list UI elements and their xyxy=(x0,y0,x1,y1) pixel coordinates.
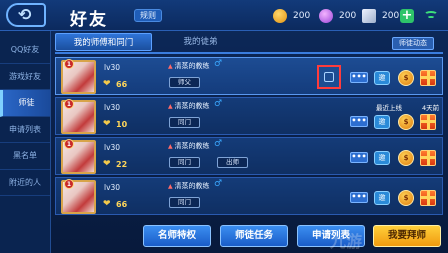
sidebar-item-nearby[interactable]: 附近的人 xyxy=(0,170,50,196)
level-label: lv30 xyxy=(104,183,121,192)
send-coin-button[interactable]: $ xyxy=(398,150,414,166)
level-label: lv30 xyxy=(104,143,121,152)
invite-button[interactable]: 邀 xyxy=(374,151,390,165)
level-label: lv30 xyxy=(104,63,121,72)
heart-icon: ❤ xyxy=(103,79,111,89)
avatar[interactable]: 1 xyxy=(61,59,96,94)
graduated-tag: 出师 xyxy=(217,157,248,168)
voucher-icon xyxy=(362,9,376,23)
male-icon: ♂ xyxy=(214,99,223,109)
invite-button[interactable]: 邀 xyxy=(374,115,390,129)
heart-icon: ❤ xyxy=(103,159,111,169)
voucher-value: 200 xyxy=(382,11,400,21)
male-icon: ♂ xyxy=(214,59,223,69)
gold-coin-value: 200 xyxy=(293,11,311,21)
intimacy-value: 66 xyxy=(116,80,128,89)
tab-bar: 我的师傅和同门 我的徒弟 xyxy=(55,33,249,51)
message-icon xyxy=(324,72,334,82)
send-coin-button[interactable]: $ xyxy=(398,114,414,130)
sidebar-item-qq-friends[interactable]: QQ好友 xyxy=(0,37,50,64)
master-privilege-button[interactable]: 名师特权 xyxy=(143,225,211,247)
player-name: ▲ 清蒸的教练 xyxy=(168,182,210,190)
sidebar-item-apply-list[interactable]: 申请列表 xyxy=(0,117,50,143)
intimacy-value: 10 xyxy=(116,120,128,129)
master-tasks-button[interactable]: 师徒任务 xyxy=(220,225,288,247)
gift-button[interactable] xyxy=(420,114,436,130)
sidebar: QQ好友 游戏好友 师徒 申请列表 黑名单 附近的人 xyxy=(0,31,51,253)
intimacy-value: 22 xyxy=(116,160,128,169)
rules-button[interactable]: 规则 xyxy=(134,9,162,22)
player-name: ▲ 清蒸的教练 xyxy=(168,62,210,70)
heart-icon: ❤ xyxy=(103,119,111,129)
sidebar-item-game-friends[interactable]: 游戏好友 xyxy=(0,64,50,90)
diamond-value: 200 xyxy=(339,11,357,21)
friend-row[interactable]: 1 lv30 ❤ 66 ▲ 清蒸的教练 ♂ 同门 ••• 邀 $ xyxy=(55,177,443,215)
invite-button[interactable]: 邀 xyxy=(374,71,390,85)
player-name: ▲ 清蒸的教练 xyxy=(168,102,210,110)
tab-master-and-peers[interactable]: 我的师傅和同门 xyxy=(55,33,152,51)
male-icon: ♂ xyxy=(214,139,223,149)
more-button[interactable]: ••• xyxy=(350,72,368,83)
diamond-balance: 200 xyxy=(319,8,356,24)
message-button[interactable] xyxy=(317,65,341,89)
gold-coin-balance: 200 xyxy=(273,8,310,24)
voucher-balance: 200 xyxy=(362,8,399,24)
relation-tag: 同门 xyxy=(169,157,200,168)
relation-tag: 同门 xyxy=(169,117,200,128)
gift-button[interactable] xyxy=(420,70,436,86)
last-online-label: 最近上线 xyxy=(376,104,402,112)
more-button[interactable]: ••• xyxy=(350,116,368,127)
heart-icon: ❤ xyxy=(103,199,111,209)
male-icon: ♂ xyxy=(214,179,223,189)
master-feed-button[interactable]: 师徒动态 xyxy=(392,37,434,50)
friend-row[interactable]: 1 lv30 ❤ 66 ▲ 清蒸的教练 ♂ 师父 ••• 邀 $ xyxy=(55,57,443,95)
send-coin-button[interactable]: $ xyxy=(398,70,414,86)
diamond-icon xyxy=(319,9,333,23)
avatar[interactable]: 1 xyxy=(61,139,96,174)
back-arrow-icon: ⟲ xyxy=(18,5,32,24)
sidebar-item-blacklist[interactable]: 黑名单 xyxy=(0,143,50,170)
intimacy-value: 66 xyxy=(116,200,128,209)
wifi-icon xyxy=(424,9,438,21)
relation-tag: 同门 xyxy=(169,197,200,208)
more-button[interactable]: ••• xyxy=(350,192,368,203)
rank-badge: 1 xyxy=(64,59,74,69)
page-title: 好友 xyxy=(70,10,108,30)
avatar[interactable]: 1 xyxy=(61,99,96,134)
friends-screen: ⟲ 好友 规则 200 200 200 + QQ好友 游戏好友 师徒 申请列表 … xyxy=(0,0,448,253)
friend-row[interactable]: 1 lv30 ❤ 10 ▲ 清蒸的教练 ♂ 同门 最近上线 4天前 ••• 邀 … xyxy=(55,97,443,135)
tab-apprentices[interactable]: 我的徒弟 xyxy=(152,33,249,51)
more-button[interactable]: ••• xyxy=(350,152,368,163)
watermark-logo: 九游 xyxy=(330,232,363,251)
avatar[interactable]: 1 xyxy=(61,179,96,214)
back-button[interactable]: ⟲ xyxy=(6,3,46,27)
rank-badge: 1 xyxy=(64,99,74,109)
last-online-value: 4天前 xyxy=(422,104,440,112)
top-bar: ⟲ 好友 规则 200 200 200 + xyxy=(0,0,448,31)
level-label: lv30 xyxy=(104,103,121,112)
rank-badge: 1 xyxy=(64,139,74,149)
invite-button[interactable]: 邀 xyxy=(374,191,390,205)
gift-button[interactable] xyxy=(420,150,436,166)
add-currency-button[interactable]: + xyxy=(400,9,414,23)
relation-tag: 师父 xyxy=(169,77,200,88)
rank-badge: 1 xyxy=(64,179,74,189)
friend-row[interactable]: 1 lv30 ❤ 22 ▲ 清蒸的教练 ♂ 同门 出师 ••• 邀 $ xyxy=(55,137,443,175)
player-name: ▲ 清蒸的教练 xyxy=(168,142,210,150)
gold-coin-icon xyxy=(273,9,287,23)
send-coin-button[interactable]: $ xyxy=(398,190,414,206)
gift-button[interactable] xyxy=(420,190,436,206)
sidebar-item-master-apprentice[interactable]: 师徒 xyxy=(0,90,50,117)
tab-divider xyxy=(55,52,443,54)
